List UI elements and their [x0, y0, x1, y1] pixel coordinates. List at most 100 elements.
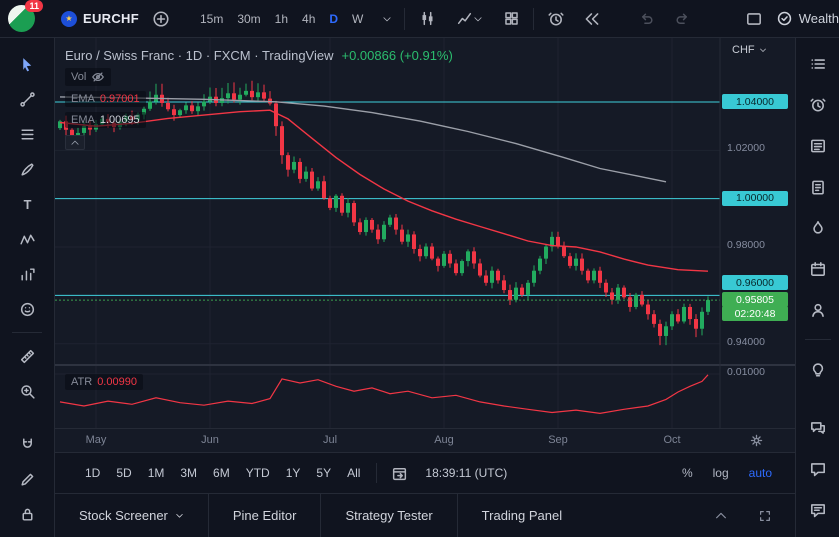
chart-style-button[interactable]	[413, 6, 441, 32]
lock-icon	[22, 508, 32, 521]
chevron-down-icon	[176, 513, 183, 518]
volume-legend[interactable]: Vol	[65, 68, 112, 86]
level-price-badge: 1.04000	[722, 94, 788, 109]
watchlist-button[interactable]	[804, 52, 832, 76]
timeframe-group: 15m 30m 1h 4h D W	[193, 8, 370, 30]
text-icon: T	[23, 196, 31, 211]
text-tool-button[interactable]: T	[13, 192, 41, 216]
brush-tool-button[interactable]	[13, 157, 41, 181]
timeframe-menu-button[interactable]	[378, 6, 396, 32]
ema-fast-legend[interactable]: EMA 0.97001	[65, 91, 146, 107]
eye-slash-icon[interactable]	[91, 70, 105, 84]
svg-text:T: T	[23, 196, 31, 211]
lock-drawings-button[interactable]	[13, 502, 41, 526]
ema-slow-value: 1.00695	[99, 114, 140, 126]
speech-bubble-icon	[810, 463, 825, 477]
indicators-button[interactable]	[449, 6, 489, 32]
alerts-panel-button[interactable]	[804, 93, 832, 117]
panel-tab-group: Stock Screener Pine Editor Strategy Tester…	[55, 493, 586, 537]
magnet-mode-button[interactable]	[13, 432, 41, 456]
atr-label: ATR	[71, 376, 93, 388]
timeframe-1h[interactable]: 1h	[268, 8, 295, 30]
level-price-badge: 0.96000	[722, 275, 788, 291]
range-5d[interactable]: 5D	[108, 462, 139, 484]
plus-circle-icon	[153, 10, 169, 27]
ema-label: EMA	[71, 93, 95, 105]
emoji-icon	[20, 302, 34, 316]
measure-tool-button[interactable]	[13, 344, 41, 368]
timeframe-15m[interactable]: 15m	[193, 8, 230, 30]
calendar-arrow-icon	[392, 467, 407, 480]
redo-button[interactable]	[668, 6, 696, 32]
emoji-tool-button[interactable]	[13, 297, 41, 321]
range-ytd[interactable]: YTD	[238, 462, 278, 484]
time-axis[interactable]: May Jun Jul Aug Sep Oct	[55, 428, 795, 452]
forecast-icon	[20, 267, 35, 281]
tab-pine-editor[interactable]: Pine Editor	[209, 494, 321, 537]
watchlist-icon	[810, 59, 825, 69]
compare-add-button[interactable]	[147, 6, 175, 32]
candles-icon	[422, 11, 433, 26]
price-axis[interactable]: CHF 1.02000 0.98000 0.94000 1.04000 1.00000 0…	[720, 38, 795, 428]
zoom-tool-button[interactable]	[13, 379, 41, 403]
tab-trading-panel[interactable]: Trading Panel	[458, 494, 586, 537]
calendar-button[interactable]	[804, 257, 832, 281]
toolbar-divider	[404, 7, 406, 30]
log-scale-button[interactable]: log	[704, 462, 738, 484]
range-6m[interactable]: 6M	[205, 462, 238, 484]
bar-replay-button[interactable]	[578, 6, 606, 32]
pattern-tool-button[interactable]	[13, 227, 41, 251]
forecast-tool-button[interactable]	[13, 262, 41, 286]
panel-collapse-button[interactable]	[707, 503, 735, 529]
fullscreen-button[interactable]	[740, 6, 768, 32]
comments-button[interactable]	[804, 457, 832, 481]
legend-collapse-button[interactable]	[65, 135, 85, 150]
fib-lines-icon	[20, 129, 34, 139]
user-avatar[interactable]: 11	[8, 0, 43, 32]
symbol-search[interactable]: ★ EURCHF	[61, 10, 139, 27]
chart-title[interactable]: Euro / Swiss Franc · 1D · FXCM · Trading…	[65, 48, 334, 63]
replay-icon	[585, 12, 599, 25]
go-to-date-button[interactable]	[385, 460, 413, 486]
ema-slow-legend[interactable]: EMA 1.00695	[65, 112, 146, 128]
range-5y[interactable]: 5Y	[308, 462, 339, 484]
layout-grid-button[interactable]	[497, 6, 525, 32]
auto-scale-button[interactable]: auto	[740, 462, 781, 484]
drawing-mode-button[interactable]	[13, 467, 41, 491]
atr-legend[interactable]: ATR 0.00990	[65, 374, 143, 390]
chat-bubbles-icon	[810, 422, 825, 434]
timeframe-d[interactable]: D	[322, 8, 345, 30]
timeframe-30m[interactable]: 30m	[230, 8, 267, 30]
cursor-tool-button[interactable]	[13, 52, 41, 76]
timeframe-4h[interactable]: 4h	[295, 8, 322, 30]
alarm-clock-icon	[809, 98, 826, 112]
wealth-menu[interactable]: Wealth	[776, 10, 839, 27]
hotlists-button[interactable]	[804, 216, 832, 240]
alert-button[interactable]	[542, 6, 570, 32]
undo-button[interactable]	[632, 6, 660, 32]
my-ideas-button[interactable]	[804, 298, 832, 322]
atr-tick-label: 0.01000	[727, 366, 765, 378]
help-button[interactable]	[804, 498, 832, 522]
range-1y[interactable]: 1Y	[278, 462, 309, 484]
clock-utc[interactable]: 18:39:11 (UTC)	[425, 466, 507, 480]
range-all[interactable]: All	[339, 462, 368, 484]
range-1m[interactable]: 1M	[140, 462, 173, 484]
data-window-icon	[811, 180, 824, 195]
tab-strategy-tester[interactable]: Strategy Tester	[321, 494, 456, 537]
timeframe-w[interactable]: W	[345, 8, 370, 30]
percent-scale-button[interactable]: %	[673, 462, 702, 484]
chevron-down-icon	[383, 16, 391, 21]
ideas-stream-button[interactable]	[804, 357, 832, 381]
axis-settings-button[interactable]	[749, 433, 764, 448]
news-button[interactable]	[804, 134, 832, 158]
tab-stock-screener[interactable]: Stock Screener	[55, 494, 208, 537]
data-window-button[interactable]	[804, 175, 832, 199]
range-1d[interactable]: 1D	[77, 462, 108, 484]
axis-currency-selector[interactable]: CHF	[732, 44, 767, 56]
chats-button[interactable]	[804, 416, 832, 440]
panel-maximize-button[interactable]	[751, 503, 779, 529]
range-3m[interactable]: 3M	[172, 462, 205, 484]
trend-line-tool-button[interactable]	[13, 87, 41, 111]
fib-retracement-tool-button[interactable]	[13, 122, 41, 146]
